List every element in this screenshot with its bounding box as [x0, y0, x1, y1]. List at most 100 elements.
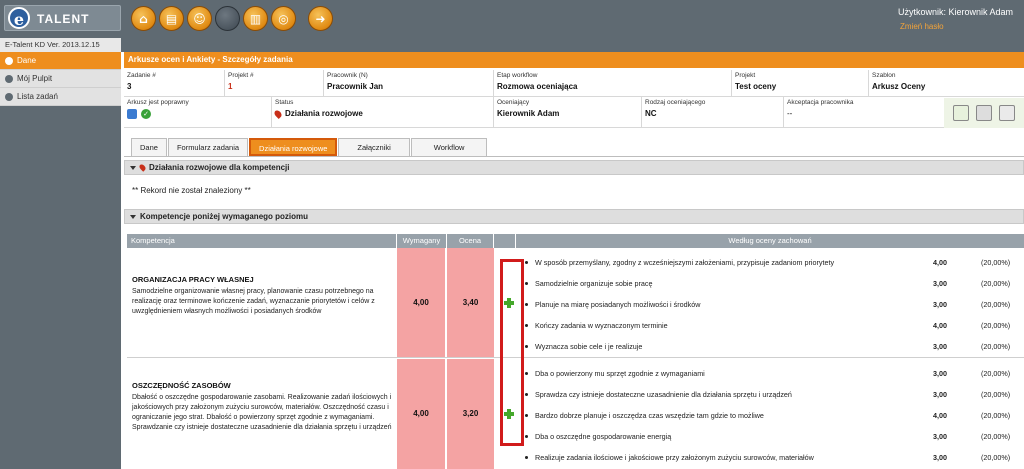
competency-description: OSZCZĘDNOŚĆ ZASOBÓW Dbałość o oszczędne … [127, 381, 397, 433]
info-label: Pracownik (N) [327, 72, 368, 79]
info-rodzaj: Rodzaj oceniającego NC [641, 97, 783, 128]
section-header-kompetencje[interactable]: Kompetencje poniżej wymaganego poziomu [124, 209, 1024, 224]
book-icon[interactable]: ▥ [243, 6, 268, 31]
info-value: Kierownik Adam [497, 109, 560, 118]
info-akceptacja: Akceptacja pracownika -- [783, 97, 943, 128]
competency-title: OSZCZĘDNOŚĆ ZASOBÓW [132, 381, 231, 390]
export-icon[interactable] [953, 105, 970, 121]
section-header-dzialania[interactable]: Działania rozwojowe dla kompetencji [124, 160, 1024, 175]
tab-formularz-zadania[interactable]: Formularz zadania [167, 138, 249, 156]
behavior-score: 3,00 [933, 342, 947, 351]
behavior-item: Bardzo dobrze planuje i oszczędza czas w… [521, 405, 1024, 426]
sidebar-item-dane[interactable]: Dane [0, 52, 121, 70]
competency-title: ORGANIZACJA PRACY WŁASNEJ [132, 275, 254, 284]
info-projekt: Projekt Test oceny [731, 70, 868, 97]
top-bar: e TALENT ⌂ ▤ ☺ ▥ ◎ ➜ Użytkownik: Kierown… [0, 0, 1024, 38]
info-label: Rodzaj oceniającego [645, 99, 706, 106]
target-icon[interactable]: ◎ [271, 6, 296, 31]
tab-dane[interactable]: Dane [131, 138, 167, 156]
table-header: Kompetencja Wymagany Ocena Według oceny … [127, 234, 1024, 248]
behavior-score: 4,00 [933, 258, 947, 267]
toolbar-actions [944, 98, 1024, 128]
sidebar-item-label: Dane [17, 56, 37, 65]
behavior-score: 4,00 [933, 321, 947, 330]
header-strip [121, 38, 1024, 52]
sidebar-item-label: Mój Pulpit [17, 74, 53, 83]
people-icon [127, 109, 137, 119]
behavior-text: Planuje na miarę posiadanych możliwości … [535, 300, 701, 309]
info-label: Oceniający [497, 99, 530, 106]
required-value: 4,00 [397, 359, 445, 469]
behavior-list: Dba o powierzony mu sprzęt zgodnie z wym… [521, 363, 1024, 468]
tab-workflow[interactable]: Workflow [410, 138, 488, 156]
collapse-triangle-icon [130, 214, 136, 219]
info-szablon: Szablon Arkusz Oceny [868, 70, 1024, 97]
user-area: Użytkownik: Kierownik Adam Zmień hasło [898, 7, 1018, 31]
info-label: Etap workflow [497, 72, 538, 79]
status-value: Działania rozwojowe [285, 109, 363, 118]
behavior-score: 4,00 [933, 411, 947, 420]
info-row-1: Zadanie # 3 Projekt # 1 Pracownik (N) Pr… [124, 70, 1024, 97]
logo-e-icon: e [8, 7, 30, 29]
calendar-icon[interactable]: ▤ [159, 6, 184, 31]
info-oceniajacy: Oceniający Kierownik Adam [493, 97, 641, 128]
behavior-percent: (20,00%) [981, 321, 1011, 330]
home-icon[interactable]: ⌂ [131, 6, 156, 31]
info-pracownik: Pracownik (N) Pracownik Jan [323, 70, 493, 97]
behavior-text: Sprawdza czy istnieje dostateczne uzasad… [535, 390, 792, 399]
sidebar-item-moj-pulpit[interactable]: Mój Pulpit [0, 70, 121, 88]
info-label: Projekt # [228, 72, 254, 79]
behavior-score: 3,00 [933, 279, 947, 288]
behavior-item: Planuje na miarę posiadanych możliwości … [521, 294, 1024, 315]
main-content: Arkusze ocen i Ankiety - Szczegóły zadan… [121, 38, 1024, 469]
info-etap: Etap workflow Rozmowa oceniająca [493, 70, 731, 97]
info-value[interactable]: 1 [228, 82, 323, 91]
info-zadanie: Zadanie # 3 [124, 70, 224, 97]
required-value: 4,00 [397, 248, 445, 357]
logout-icon[interactable]: ➜ [308, 6, 333, 31]
behavior-list: W sposób przemyślany, zgodny z wcześniej… [521, 252, 1024, 357]
info-label: Akceptacja pracownika [787, 99, 854, 106]
competency-text: Samodzielne organizowanie własnej pracy,… [132, 288, 375, 315]
change-password-link[interactable]: Zmień hasło [900, 22, 1018, 31]
header-ocena: Ocena [447, 234, 494, 248]
info-value: Test oceny [735, 82, 777, 91]
behavior-text: Wyznacza sobie cele i je realizuje [535, 342, 643, 351]
logo-text: TALENT [37, 12, 90, 26]
behavior-item: Dba o powierzony mu sprzęt zgodnie z wym… [521, 363, 1024, 384]
info-status: Status Działania rozwojowe [271, 97, 493, 128]
competency-table: Kompetencja Wymagany Ocena Według oceny … [127, 234, 1024, 469]
info-label: Status [275, 99, 294, 106]
info-projekt-num: Projekt # 1 [224, 70, 323, 97]
table-row: OSZCZĘDNOŚĆ ZASOBÓW Dbałość o oszczędne … [127, 359, 1024, 469]
etalent-logo[interactable]: e TALENT [4, 5, 121, 31]
behavior-score: 3,00 [933, 432, 947, 441]
competency-description: ORGANIZACJA PRACY WŁASNEJ Samodzielne or… [127, 275, 397, 317]
tabs: Dane Formularz zadania Działania rozwojo… [131, 138, 488, 156]
behavior-text: Realizuje zadania ilościowe i jakościowe… [535, 453, 814, 462]
blank-icon[interactable] [215, 6, 240, 31]
rating-value: 3,40 [447, 248, 494, 357]
sidebar-item-lista-zadan[interactable]: Lista zadań [0, 88, 121, 106]
behavior-text: Dba o powierzony mu sprzęt zgodnie z wym… [535, 369, 705, 378]
info-value: 3 [127, 82, 132, 91]
behavior-percent: (20,00%) [981, 342, 1011, 351]
competency-text: Dbałość o oszczędne gospodarowanie zasob… [132, 394, 392, 431]
behavior-text: W sposób przemyślany, zgodny z wcześniej… [535, 258, 835, 267]
behavior-text: Dba o oszczędne gospodarowanie energią [535, 432, 672, 441]
section-title: Działania rozwojowe dla kompetencji [149, 163, 290, 172]
people-icon[interactable]: ☺ [187, 6, 212, 31]
status-pin-icon [273, 108, 283, 119]
delete-icon[interactable] [998, 105, 1015, 121]
info-value: Rozmowa oceniająca [497, 82, 578, 91]
print-icon[interactable] [975, 105, 992, 121]
behavior-score: 3,00 [933, 390, 947, 399]
behavior-percent: (20,00%) [981, 300, 1011, 309]
behavior-score: 3,00 [933, 300, 947, 309]
tab-zalaczniki[interactable]: Załączniki [338, 138, 410, 156]
behavior-percent: (20,00%) [981, 369, 1011, 378]
tab-dzialania-rozwojowe[interactable]: Działania rozwojowe [249, 138, 338, 156]
behavior-percent: (20,00%) [981, 432, 1011, 441]
highlight-box [500, 259, 524, 446]
header-wedlug: Według oceny zachowań [728, 236, 812, 245]
